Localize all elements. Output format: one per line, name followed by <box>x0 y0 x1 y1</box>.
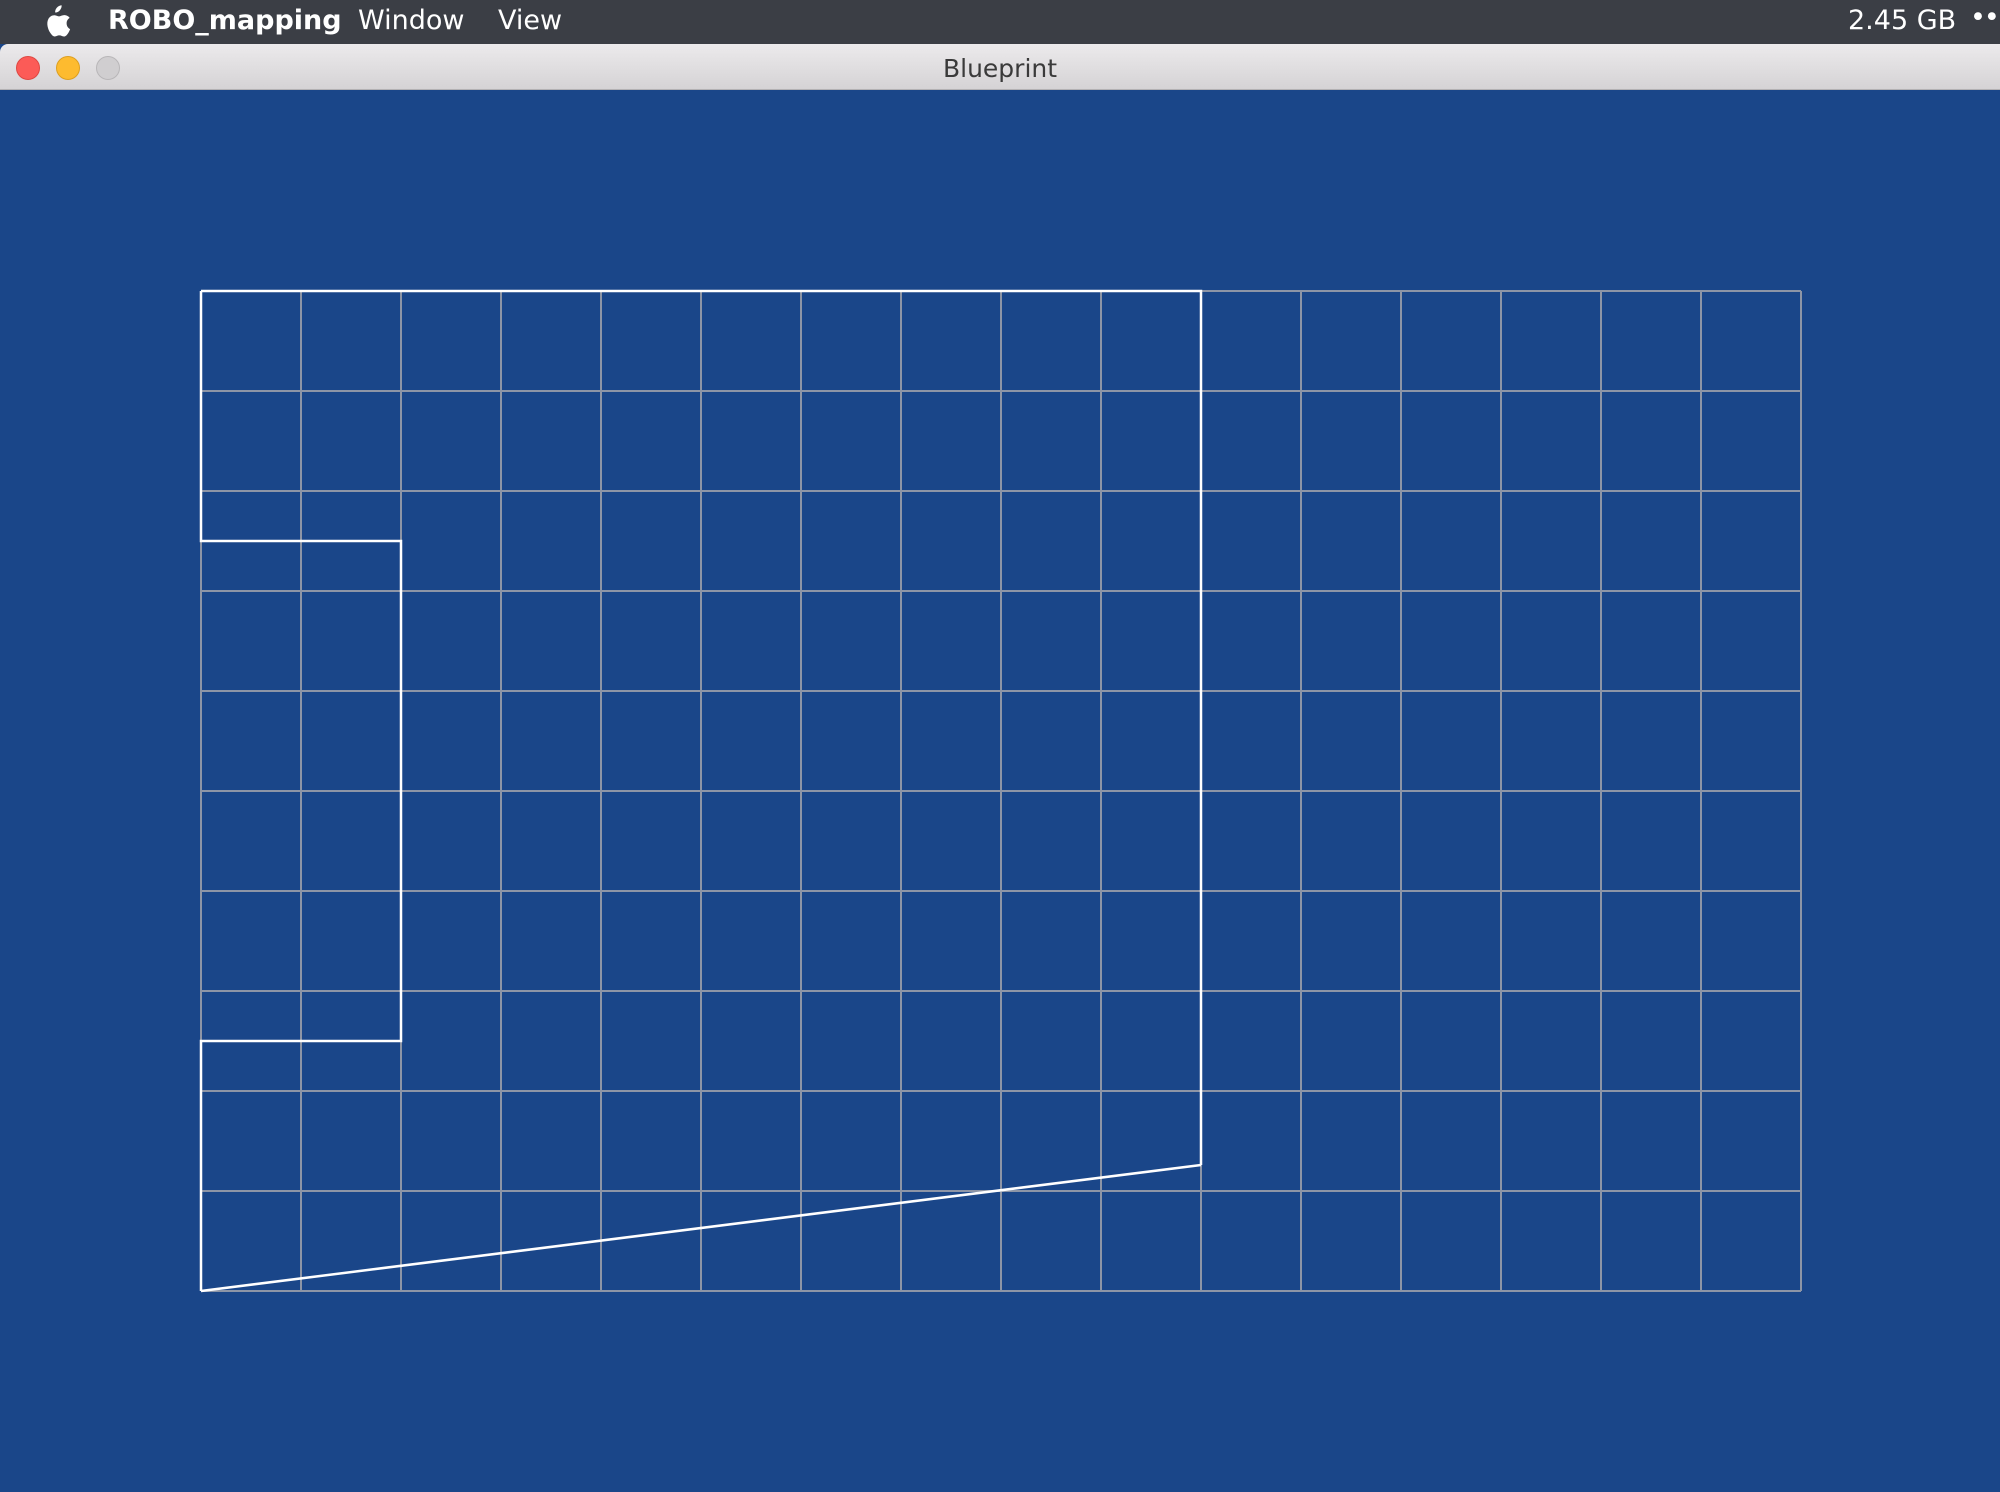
more-menu-icon[interactable]: ••• <box>1970 2 2000 33</box>
blueprint-canvas[interactable] <box>0 44 2000 1492</box>
window-title: Blueprint <box>942 54 1058 83</box>
memory-status[interactable]: 2.45 GB <box>1848 5 1956 36</box>
blueprint-window: Blueprint <box>0 44 2000 1492</box>
app-name-menu[interactable]: ROBO_mapping <box>108 5 342 36</box>
title-bar[interactable]: Blueprint <box>0 44 2000 90</box>
menu-window[interactable]: Window <box>358 5 464 36</box>
menu-bar: ROBO_mapping Window View 2.45 GB ••• <box>0 0 2000 44</box>
apple-logo-icon[interactable] <box>38 3 72 41</box>
grid <box>200 290 1802 1292</box>
menu-view[interactable]: View <box>498 5 562 36</box>
